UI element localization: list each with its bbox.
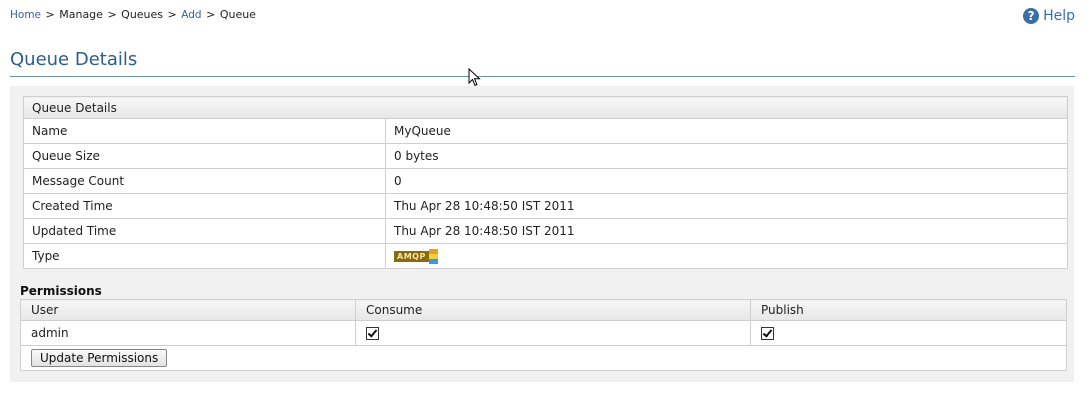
question-circle-icon: ? xyxy=(1023,8,1040,24)
amqp-logo-text: AMQP xyxy=(394,250,429,262)
table-row: Name MyQueue xyxy=(23,118,1068,144)
content-panel: Queue Details Name MyQueue Queue Size 0 … xyxy=(10,86,1074,382)
type-label: Type xyxy=(23,243,386,269)
created-time-value: Thu Apr 28 10:48:50 IST 2011 xyxy=(385,193,1068,219)
breadcrumb-add-link[interactable]: Add xyxy=(181,9,201,21)
publish-cell xyxy=(750,320,1067,346)
created-time-label: Created Time xyxy=(23,193,386,219)
table-row: Updated Time Thu Apr 28 10:48:50 IST 201… xyxy=(23,218,1068,244)
page-title: Queue Details xyxy=(10,49,138,70)
name-value: MyQueue xyxy=(385,118,1068,144)
publish-checkbox[interactable] xyxy=(761,327,774,340)
title-divider xyxy=(10,76,1075,77)
consume-checkbox[interactable] xyxy=(366,327,379,340)
type-value: AMQP xyxy=(385,243,1068,269)
breadcrumb-separator: > xyxy=(206,8,216,21)
queue-size-label: Queue Size xyxy=(23,143,386,169)
help-label: Help xyxy=(1043,8,1075,24)
table-row: Message Count 0 xyxy=(23,168,1068,194)
message-count-label: Message Count xyxy=(23,168,386,194)
breadcrumb: Home > Manage > Queues > Add > Queue xyxy=(10,8,256,21)
updated-time-value: Thu Apr 28 10:48:50 IST 2011 xyxy=(385,218,1068,244)
breadcrumb-home-link[interactable]: Home xyxy=(10,9,41,21)
breadcrumb-current: Queue xyxy=(219,8,256,21)
queue-details-table: Queue Details Name MyQueue Queue Size 0 … xyxy=(23,96,1068,269)
button-row: Update Permissions xyxy=(20,345,1067,371)
message-count-value: 0 xyxy=(385,168,1068,194)
column-header-publish: Publish xyxy=(750,299,1067,321)
table-row: Queue Size 0 bytes xyxy=(23,143,1068,169)
breadcrumb-separator: > xyxy=(45,8,55,21)
update-permissions-button[interactable]: Update Permissions xyxy=(31,349,168,367)
table-row: Created Time Thu Apr 28 10:48:50 IST 201… xyxy=(23,193,1068,219)
consume-cell xyxy=(355,320,751,346)
column-header-user: User xyxy=(20,299,356,321)
help-link[interactable]: ? Help xyxy=(1023,8,1075,24)
amqp-logo-icon: AMQP xyxy=(394,248,438,264)
breadcrumb-separator: > xyxy=(167,8,177,21)
queue-size-value: 0 bytes xyxy=(385,143,1068,169)
breadcrumb-separator: > xyxy=(107,8,117,21)
amqp-logo-flag xyxy=(428,248,438,264)
name-label: Name xyxy=(23,118,386,144)
column-header-consume: Consume xyxy=(355,299,751,321)
permission-user: admin xyxy=(20,320,356,346)
queue-details-header: Queue Details xyxy=(23,96,1068,119)
table-row: Type AMQP xyxy=(23,243,1068,269)
breadcrumb-queues: Queues xyxy=(121,8,164,21)
mouse-cursor-icon xyxy=(468,68,481,87)
table-row: admin xyxy=(20,320,1067,346)
permissions-table: User Consume Publish admin Update Permis… xyxy=(20,299,1067,371)
updated-time-label: Updated Time xyxy=(23,218,386,244)
breadcrumb-manage: Manage xyxy=(59,8,103,21)
permissions-heading: Permissions xyxy=(20,284,102,298)
